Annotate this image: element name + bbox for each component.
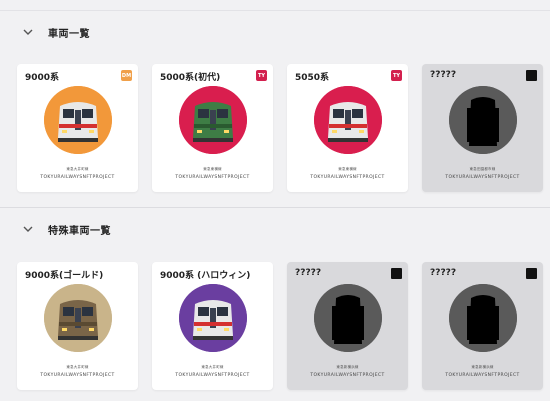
project-name: TOKYURAILWAYSNFTPROJECT xyxy=(175,175,250,180)
locked-train-card[interactable]: ????? 東急新横浜線 TOKYURAILWAYSNFTPROJECT xyxy=(422,262,543,390)
train-silhouette-image xyxy=(449,86,517,154)
locked-badge-icon xyxy=(391,268,402,279)
line-badge: TY xyxy=(391,70,402,81)
card-title: ????? xyxy=(295,268,322,278)
line-name: 東急新横浜線 xyxy=(336,365,359,369)
card-title: 5000系(初代) xyxy=(160,73,221,83)
card-title: 5050系 xyxy=(295,73,330,83)
train-image xyxy=(314,86,382,154)
line-badge: DM xyxy=(121,70,132,81)
train-silhouette-image xyxy=(449,284,517,352)
locked-badge-icon xyxy=(526,70,537,81)
train-card[interactable]: 9000系(ゴールド) 東急大井町線 TOKYURAILWAYSNFTPROJEC… xyxy=(17,262,138,390)
card-title: 9000系 xyxy=(25,73,60,83)
train-image xyxy=(179,86,247,154)
line-name: 東急東横線 xyxy=(338,167,357,171)
locked-badge-icon xyxy=(526,268,537,279)
section-title: 車両一覧 xyxy=(48,28,90,40)
train-image xyxy=(44,86,112,154)
train-image xyxy=(44,284,112,352)
train-card[interactable]: 5050系 TY 東急東横線 TOKYURAILWAYSNFTPROJECT xyxy=(287,64,408,192)
chevron-down-icon xyxy=(23,29,33,35)
line-badge: TY xyxy=(256,70,267,81)
vehicle-list-header[interactable]: 車両一覧 xyxy=(22,23,90,41)
line-name: 東急田園都市線 xyxy=(469,167,496,171)
project-name: TOKYURAILWAYSNFTPROJECT xyxy=(310,175,385,180)
project-name: TOKYURAILWAYSNFTPROJECT xyxy=(40,175,115,180)
section-title: 特殊車両一覧 xyxy=(48,225,111,237)
project-name: TOKYURAILWAYSNFTPROJECT xyxy=(175,373,250,378)
card-title: ????? xyxy=(430,268,457,278)
locked-train-card[interactable]: ????? 東急田園都市線 TOKYURAILWAYSNFTPROJECT xyxy=(422,64,543,192)
line-name: 東急大井町線 xyxy=(66,167,89,171)
locked-train-card[interactable]: ????? 東急新横浜線 TOKYURAILWAYSNFTPROJECT xyxy=(287,262,408,390)
card-title: 9000系 (ハロウィン) xyxy=(160,271,251,281)
project-name: TOKYURAILWAYSNFTPROJECT xyxy=(310,373,385,378)
special-vehicle-list-header[interactable]: 特殊車両一覧 xyxy=(22,220,111,238)
train-card[interactable]: 9000系 (ハロウィン) 東急大井町線 TOKYURAILWAYSNFTPROJ… xyxy=(152,262,273,390)
line-name: 東急新横浜線 xyxy=(471,365,494,369)
card-title: 9000系(ゴールド) xyxy=(25,271,104,281)
train-card[interactable]: 9000系 DM 東急大井町線 TOKYURAILWAYSNFTPROJECT xyxy=(17,64,138,192)
train-silhouette-image xyxy=(314,284,382,352)
project-name: TOKYURAILWAYSNFTPROJECT xyxy=(445,373,520,378)
line-name: 東急東横線 xyxy=(203,167,222,171)
project-name: TOKYURAILWAYSNFTPROJECT xyxy=(445,175,520,180)
line-name: 東急大井町線 xyxy=(201,365,224,369)
train-card[interactable]: 5000系(初代) TY 東急東横線 TOKYURAILWAYSNFTPROJECT xyxy=(152,64,273,192)
line-name: 東急大井町線 xyxy=(66,365,89,369)
chevron-down-icon xyxy=(23,226,33,232)
train-image xyxy=(179,284,247,352)
project-name: TOKYURAILWAYSNFTPROJECT xyxy=(40,373,115,378)
card-title: ????? xyxy=(430,70,457,80)
